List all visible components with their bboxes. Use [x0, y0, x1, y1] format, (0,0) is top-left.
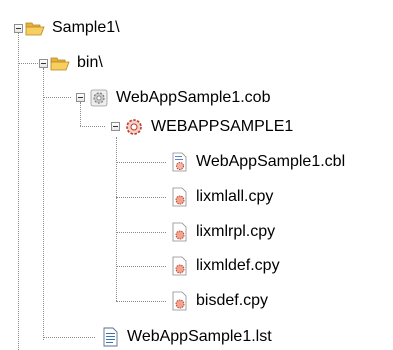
tree-node-label: Sample1\ — [52, 19, 120, 36]
program-gear-icon — [126, 119, 142, 135]
tree-line — [116, 266, 166, 267]
tree-node-label: bisdef.cpy — [196, 292, 269, 309]
copybook-file-icon — [172, 291, 187, 311]
tree-line — [43, 337, 95, 338]
copybook-file-icon — [172, 187, 187, 207]
tree-node-label: WebAppSample1.lst — [127, 328, 272, 345]
tree-line — [116, 301, 166, 302]
collapse-toggle-cob[interactable] — [76, 93, 85, 102]
collapse-toggle-program[interactable] — [111, 122, 120, 131]
open-folder-icon — [50, 57, 70, 71]
tree-node-file[interactable]: lixmlall.cpy — [169, 185, 273, 209]
tree-line — [43, 68, 44, 340]
tree-line — [116, 197, 166, 198]
tree-node-file[interactable]: lixmldef.cpy — [169, 254, 280, 278]
tree-line — [116, 162, 166, 163]
tree-node-label: lixmldef.cpy — [196, 257, 280, 274]
tree-node-bin[interactable]: bin\ — [50, 51, 103, 75]
tree-node-label: lixmlall.cpy — [196, 188, 274, 205]
tree-node-file[interactable]: bisdef.cpy — [169, 289, 268, 313]
text-document-icon — [103, 327, 118, 347]
tree-node-cob[interactable]: WebAppSample1.cob — [89, 86, 270, 110]
source-file-icon — [172, 152, 187, 172]
tree-line — [43, 97, 71, 98]
tree-node-label: bin\ — [77, 54, 103, 71]
tree-node-label: WEBAPPSAMPLE1 — [151, 118, 294, 135]
tree-node-label: lixmlrpl.cpy — [196, 223, 276, 240]
tree-node-sample1[interactable]: Sample1\ — [25, 16, 120, 40]
collapse-toggle-bin[interactable] — [39, 59, 48, 68]
copybook-file-icon — [172, 222, 187, 242]
tree-line — [80, 126, 105, 127]
open-folder-icon — [25, 22, 45, 36]
file-tree: Sample1\ bin\ WebAppSample1.cob WEBAPPSA… — [0, 0, 393, 350]
tree-node-file[interactable]: lixmlrpl.cpy — [169, 220, 275, 244]
tree-line — [116, 232, 166, 233]
tree-node-program[interactable]: WEBAPPSAMPLE1 — [124, 115, 293, 139]
collapse-toggle-root[interactable] — [14, 24, 23, 33]
tree-node-label: WebAppSample1.cob — [116, 89, 271, 106]
tree-node-label: WebAppSample1.cbl — [196, 153, 346, 170]
tree-node-lst[interactable]: WebAppSample1.lst — [100, 325, 272, 349]
tree-line — [80, 102, 81, 126]
tree-node-file[interactable]: WebAppSample1.cbl — [169, 150, 345, 174]
tree-line — [18, 32, 19, 350]
gear-project-icon — [90, 89, 108, 107]
copybook-file-icon — [172, 256, 187, 276]
